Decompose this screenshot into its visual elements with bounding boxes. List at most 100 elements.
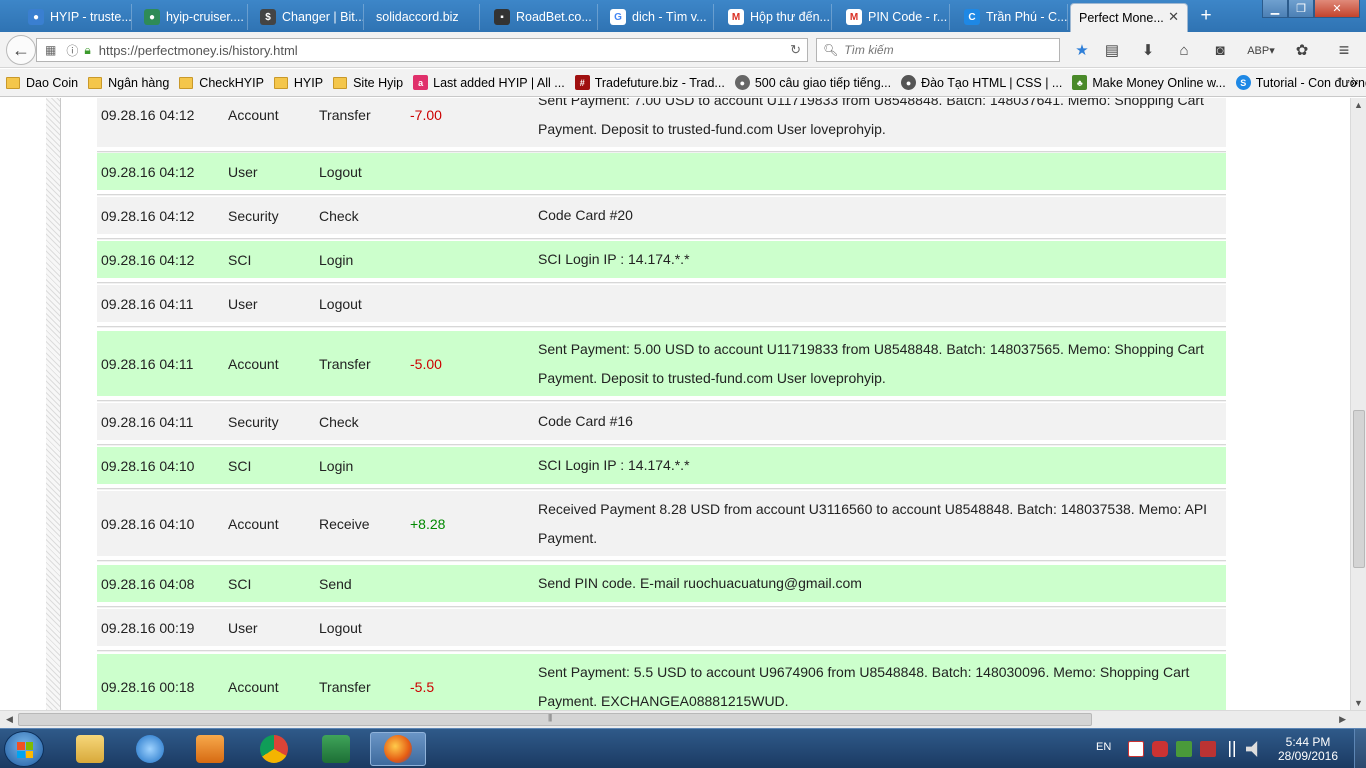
history-description: Send PIN code. E-mail ruochuacuatung@gma… xyxy=(538,575,862,591)
bookmark-500-cau[interactable]: ● 500 câu giao tiếp tiếng... xyxy=(734,75,892,90)
bookmark-folder-ngan-hang[interactable]: Ngân hàng xyxy=(88,76,169,90)
show-desktop-button[interactable] xyxy=(1354,729,1366,768)
bookmark-dao-tao-html[interactable]: ● Đào Tạo HTML | CSS | ... xyxy=(901,75,1062,90)
tab-tran-phu[interactable]: C Trần Phú - C... xyxy=(956,4,1068,30)
history-row: 09.28.16 04:10 Account Receive +8.28 Receive… xyxy=(97,491,1226,562)
navigation-bar: ← ▦ ⓘ 🔒︎ https://perfectmoney.is/history… xyxy=(0,32,1366,68)
page-border-pattern xyxy=(46,98,60,710)
scroll-up-icon[interactable]: ▲ xyxy=(1354,100,1363,110)
start-button[interactable] xyxy=(4,731,44,767)
close-tab-icon[interactable]: ✕ xyxy=(1168,9,1179,25)
taskbar: EN 5:44 PM 28/09/2016 xyxy=(0,728,1366,768)
bookmark-last-added-hyip[interactable]: a Last added HYIP | All ... xyxy=(413,75,565,90)
history-row: 09.28.16 04:12 User Logout xyxy=(97,153,1226,196)
bookmark-label: 500 câu giao tiếp tiếng... xyxy=(754,75,892,90)
scroll-down-icon[interactable]: ▼ xyxy=(1354,698,1363,708)
history-description: Sent Payment: 5.00 USD to account U11719… xyxy=(538,340,1204,386)
search-input[interactable] xyxy=(844,43,1045,57)
tab-google-search[interactable]: G dich - Tìm v... xyxy=(602,4,714,30)
excel-button[interactable] xyxy=(308,732,364,766)
signal-icon[interactable] xyxy=(1224,741,1240,757)
tab-changer[interactable]: $ Changer | Bit... xyxy=(252,4,364,30)
history-row: 09.28.16 04:08 SCI Send Send PIN code. E-ma… xyxy=(97,565,1226,608)
tab-title: PIN Code - r... xyxy=(868,10,948,24)
bookmark-label: Ngân hàng xyxy=(108,75,170,90)
reading-list-icon[interactable]: ▤ xyxy=(1102,40,1122,60)
internet-explorer-button[interactable] xyxy=(122,732,178,766)
tab-title: solidaccord.biz xyxy=(376,10,459,24)
vertical-scrollbar[interactable]: ▲ ▼ xyxy=(1350,98,1366,710)
bookmark-make-money[interactable]: ♣ Make Money Online w... xyxy=(1072,75,1226,90)
tab-roadbet[interactable]: ▪ RoadBet.co... xyxy=(486,4,598,30)
bookmark-tradefuture[interactable]: # Tradefuture.biz - Trad... xyxy=(574,75,725,90)
flag-icon[interactable] xyxy=(1200,741,1216,757)
bookmark-label: CheckHYIP xyxy=(199,75,264,90)
maximize-button[interactable]: ❐ xyxy=(1288,0,1314,18)
row-separator xyxy=(97,560,1226,562)
more-bookmarks-icon[interactable]: » xyxy=(1350,74,1358,90)
extension-icon[interactable]: ✿ xyxy=(1292,40,1312,60)
clock[interactable]: 5:44 PM 28/09/2016 xyxy=(1270,735,1346,763)
horizontal-scrollbar[interactable]: ◀ ||| ▶ xyxy=(0,710,1366,728)
search-box[interactable]: 🔍︎ xyxy=(816,38,1060,62)
history-type: Account xyxy=(228,515,279,532)
bookmark-label: Tradefuture.biz - Trad... xyxy=(594,75,725,90)
bookmark-folder-dao-coin[interactable]: Dao Coin xyxy=(6,76,78,90)
language-indicator[interactable]: EN xyxy=(1096,741,1111,753)
scroll-right-icon[interactable]: ▶ xyxy=(1339,714,1346,725)
reload-icon[interactable]: ↻ xyxy=(790,42,801,58)
bookmark-label: Dao Coin xyxy=(26,75,79,90)
tab-title: dich - Tìm v... xyxy=(632,10,707,24)
horizontal-scroll-thumb[interactable] xyxy=(18,713,1092,726)
tab-gmail-inbox[interactable]: M Hộp thư đến... xyxy=(720,4,832,30)
scroll-left-icon[interactable]: ◀ xyxy=(6,714,13,725)
network-app-icon[interactable] xyxy=(1176,741,1192,757)
tab-hyip-cruiser[interactable]: ● hyip-cruiser.... xyxy=(136,4,248,30)
address-bar[interactable]: ▦ ⓘ 🔒︎ https://perfectmoney.is/history.h… xyxy=(36,38,808,62)
bookmark-folder-checkhyip[interactable]: CheckHYIP xyxy=(179,76,264,90)
minimize-button[interactable]: ▁ xyxy=(1262,0,1288,18)
tab-title: RoadBet.co... xyxy=(516,10,592,24)
tab-title: HYIP - truste... xyxy=(50,10,132,24)
tab-solidaccord[interactable]: solidaccord.biz xyxy=(368,4,480,30)
history-icon[interactable]: ▦ xyxy=(45,43,56,57)
history-date: 09.28.16 04:10 xyxy=(101,457,195,474)
close-window-button[interactable]: ✕ xyxy=(1314,0,1360,18)
history-description: Received Payment 8.28 USD from account U… xyxy=(538,500,1208,546)
bookmark-tutorial[interactable]: STutorial - Con đường ... xyxy=(1235,75,1366,90)
bookmark-folder-site-hyip[interactable]: Site Hyip xyxy=(333,76,403,90)
new-tab-button[interactable]: + xyxy=(1196,4,1216,28)
folder-icon xyxy=(273,76,288,89)
history-row: 09.28.16 04:11 Account Transfer -5.00 Sent P… xyxy=(97,331,1226,402)
tab-perfect-money[interactable]: Perfect Mone... ✕ xyxy=(1070,3,1188,32)
chrome-button[interactable] xyxy=(246,732,302,766)
globe-icon: ● xyxy=(28,9,44,25)
bookmark-star-icon[interactable]: ★ xyxy=(1072,40,1092,60)
home-icon[interactable]: ⌂ xyxy=(1174,40,1194,60)
tab-pin-code[interactable]: M PIN Code - r... xyxy=(838,4,950,30)
download-icon[interactable]: ⬇ xyxy=(1138,40,1158,60)
tab-hyip-trusted[interactable]: ● HYIP - truste... xyxy=(20,4,132,30)
speaker-icon[interactable] xyxy=(1246,741,1258,757)
shield-icon[interactable] xyxy=(1152,741,1168,757)
lock-icon: 🔒︎ xyxy=(84,42,91,57)
media-player-button[interactable] xyxy=(182,732,238,766)
history-amount: -5.00 xyxy=(410,355,442,372)
back-button[interactable]: ← xyxy=(6,35,36,65)
history-action: Transfer xyxy=(319,678,371,695)
tab-title: Perfect Mone... xyxy=(1079,11,1164,25)
row-separator xyxy=(97,400,1226,402)
pocket-icon[interactable]: ◙ xyxy=(1210,40,1230,60)
history-description: Sent Payment: 5.5 USD to account U967490… xyxy=(538,663,1190,709)
firefox-button[interactable] xyxy=(370,732,426,766)
menu-icon[interactable]: ≡ xyxy=(1334,40,1354,60)
info-icon[interactable]: ⓘ xyxy=(66,42,78,59)
adblock-icon[interactable]: ABP▾ xyxy=(1246,40,1276,60)
globe-icon: ● xyxy=(734,75,750,90)
vivaldi-icon[interactable] xyxy=(1128,741,1144,757)
gmail-icon: M xyxy=(728,9,744,25)
url-text[interactable]: https://perfectmoney.is/history.html xyxy=(99,43,298,58)
bookmark-folder-hyip[interactable]: HYIP xyxy=(273,76,323,90)
vertical-scroll-thumb[interactable] xyxy=(1353,410,1365,568)
file-explorer-button[interactable] xyxy=(62,732,118,766)
